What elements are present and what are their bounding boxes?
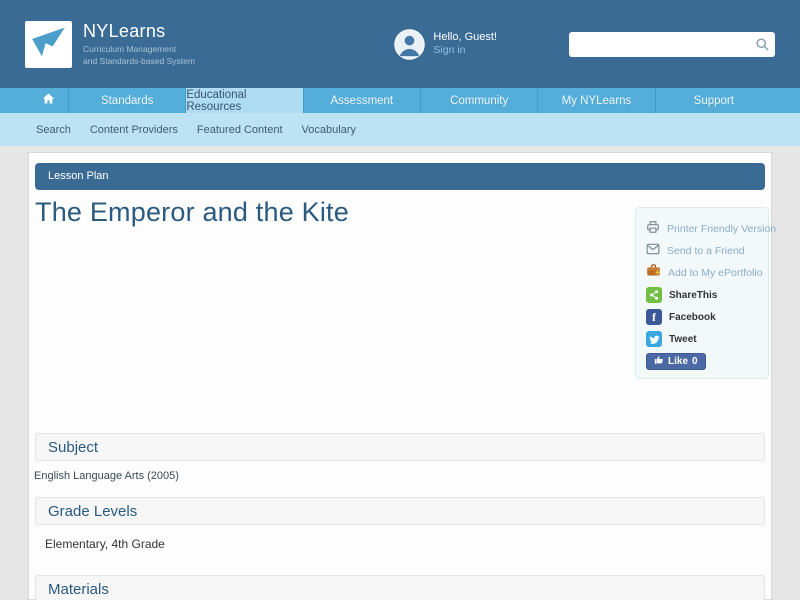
search-button[interactable] — [755, 37, 770, 52]
subnav-item-featured-content[interactable]: Featured Content — [196, 124, 284, 136]
search-input[interactable] — [569, 32, 775, 57]
site-search — [569, 32, 775, 57]
section-heading-materials: Materials — [35, 575, 765, 600]
thumbs-up-icon — [654, 355, 664, 368]
user-area: Hello, Guest! Sign in — [394, 29, 497, 60]
printer-friendly-link[interactable]: Printer Friendly Version — [646, 218, 768, 240]
brand-name: NYLearns — [83, 21, 195, 42]
content-type-bar: Lesson Plan — [35, 163, 765, 190]
subnav-item-content-providers[interactable]: Content Providers — [89, 124, 179, 136]
brand-tagline: Curriculum Management and Standards-base… — [83, 44, 195, 66]
section-heading-grade-levels: Grade Levels — [35, 497, 765, 525]
send-to-friend-link[interactable]: Send to a Friend — [646, 240, 768, 262]
like-count: 0 — [692, 356, 698, 367]
printer-icon — [646, 220, 660, 239]
tweet-button[interactable]: Tweet — [646, 328, 768, 350]
briefcase-icon — [646, 263, 661, 283]
nav-item-community[interactable]: Community — [420, 88, 537, 113]
site-header: NYLearns Curriculum Management and Stand… — [0, 0, 800, 88]
facebook-like-button[interactable]: Like 0 — [646, 353, 706, 370]
subject-value: English Language Arts (2005) — [34, 470, 179, 482]
twitter-icon — [646, 331, 662, 347]
sharethis-label: ShareThis — [669, 290, 717, 301]
sharethis-icon — [646, 287, 662, 303]
kite-arrow-icon — [28, 21, 69, 67]
subnav-item-vocabulary[interactable]: Vocabulary — [301, 124, 357, 136]
add-to-eportfolio-label: Add to My ePortfolio — [668, 267, 763, 279]
nav-item-standards[interactable]: Standards — [68, 88, 185, 113]
main-nav: Standards Educational Resources Assessme… — [0, 88, 800, 113]
subnav-item-search[interactable]: Search — [35, 124, 72, 136]
page-title: The Emperor and the Kite — [35, 197, 349, 228]
magnifier-icon — [755, 40, 770, 55]
nylearns-logo[interactable] — [25, 21, 72, 68]
guest-avatar-icon — [394, 29, 425, 60]
nav-item-support[interactable]: Support — [655, 88, 772, 113]
sharethis-button[interactable]: ShareThis — [646, 284, 768, 306]
lesson-plan-card: Lesson Plan The Emperor and the Kite Pri… — [28, 152, 772, 600]
add-to-eportfolio-link[interactable]: Add to My ePortfolio — [646, 262, 768, 284]
brand-text: NYLearns Curriculum Management and Stand… — [83, 21, 195, 66]
share-tools-panel: Printer Friendly Version Send to a Frien… — [635, 207, 769, 379]
tweet-label: Tweet — [669, 334, 697, 345]
nav-item-my-nylearns[interactable]: My NYLearns — [537, 88, 654, 113]
grade-levels-value: Elementary, 4th Grade — [45, 537, 165, 551]
facebook-icon: f — [646, 309, 662, 325]
nav-item-assessment[interactable]: Assessment — [303, 88, 420, 113]
greeting-text: Hello, Guest! — [433, 31, 497, 45]
printer-friendly-label: Printer Friendly Version — [667, 223, 776, 235]
section-heading-subject: Subject — [35, 433, 765, 461]
send-to-friend-label: Send to a Friend — [667, 245, 745, 257]
nav-item-educational-resources[interactable]: Educational Resources — [185, 88, 302, 113]
sign-in-link[interactable]: Sign in — [433, 44, 497, 57]
facebook-label: Facebook — [669, 312, 716, 323]
facebook-button[interactable]: f Facebook — [646, 306, 768, 328]
envelope-icon — [646, 242, 660, 261]
like-label: Like — [668, 356, 688, 367]
content-area: Lesson Plan The Emperor and the Kite Pri… — [0, 152, 800, 600]
sub-nav: Search Content Providers Featured Conten… — [0, 113, 800, 146]
home-icon — [41, 91, 56, 111]
nav-home[interactable] — [28, 88, 68, 113]
